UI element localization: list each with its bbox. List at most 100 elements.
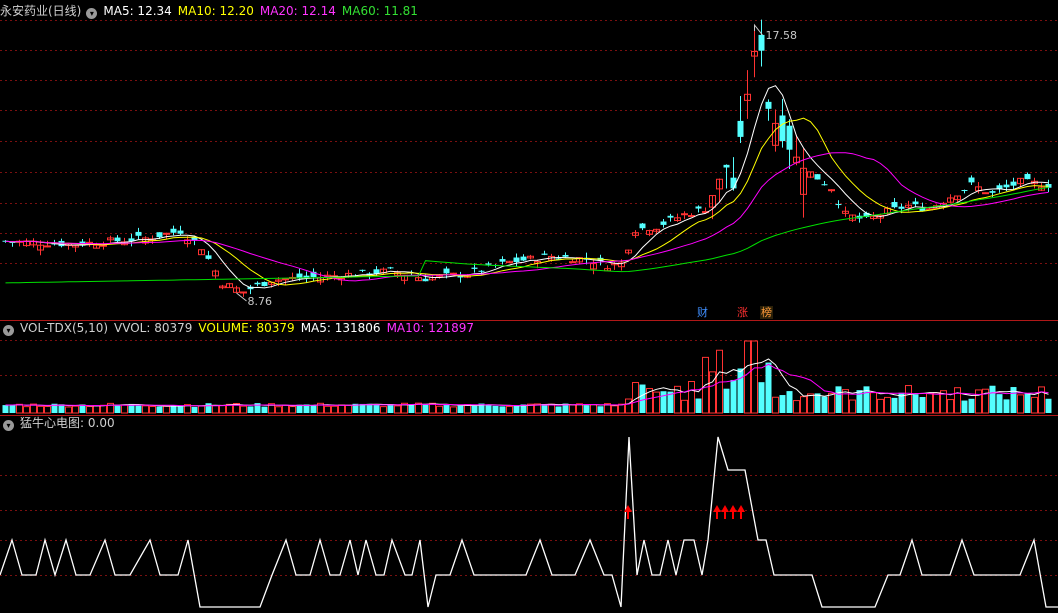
- volume-bar: [310, 405, 317, 413]
- candle-body: [891, 202, 898, 208]
- volume-bar: [1045, 398, 1052, 413]
- candle-body: [786, 125, 793, 150]
- candle-body: [912, 201, 919, 205]
- volume-bar: [751, 340, 758, 414]
- volume-bar: [513, 405, 520, 413]
- volume-bar: [457, 405, 464, 413]
- volume-bar: [912, 394, 919, 413]
- volume-bar: [177, 405, 184, 413]
- volume-bar: [485, 404, 492, 413]
- volume-bar: [653, 391, 660, 414]
- volume-bar: [961, 400, 968, 413]
- volume-bar: [1038, 386, 1045, 414]
- vol-ma10-value: MA10: 121897: [386, 321, 475, 335]
- volume-bar: [660, 391, 667, 413]
- candle-body: [450, 272, 457, 275]
- volume-bar: [926, 392, 933, 414]
- volume-chart-header: ▾ VOL-TDX(5,10) VVOL: 80379 VOLUME: 80379 MA…: [0, 320, 480, 336]
- volume-bar: [954, 387, 961, 414]
- volume-bar: [121, 404, 128, 414]
- volume-bar: [779, 395, 786, 413]
- volume-bar: [387, 404, 394, 413]
- candle-body: [779, 115, 786, 142]
- volume-value: VOLUME: 80379: [198, 321, 295, 335]
- candle-body: [1010, 181, 1017, 186]
- candle-body: [688, 215, 695, 218]
- volume-bar: [758, 382, 765, 413]
- candle-body: [961, 190, 968, 192]
- volume-bar: [408, 404, 415, 413]
- vvol-value: VVOL: 80379: [114, 321, 193, 335]
- volume-bar: [583, 405, 590, 413]
- volume-bar: [688, 381, 695, 414]
- heartbeat-indicator-chart: [0, 436, 1058, 608]
- volume-bar: [569, 404, 576, 414]
- volume-bar: [765, 362, 772, 413]
- stock-chart[interactable]: 17.58 8.76: [0, 0, 1058, 613]
- tag-limit-up[interactable]: 涨: [736, 306, 749, 319]
- volume-bar: [205, 403, 212, 413]
- high-price-label: 17.58: [766, 29, 798, 42]
- volume-bar: [450, 406, 457, 414]
- volume-bar: [737, 368, 744, 413]
- volume-bar: [870, 392, 877, 414]
- volume-bar: [919, 397, 926, 413]
- volume-bar: [996, 394, 1003, 413]
- candle-body: [443, 268, 450, 274]
- volume-bar: [275, 406, 282, 414]
- settings-dropdown-icon[interactable]: ▾: [86, 8, 98, 19]
- volume-bar: [877, 398, 884, 414]
- volume-bar: [975, 389, 982, 414]
- candle-body: [282, 278, 289, 281]
- signal-arrow: [721, 505, 729, 512]
- volume-bar: [240, 405, 247, 414]
- stock-name: 永安药业(日线): [0, 4, 82, 18]
- candle-body: [828, 189, 835, 192]
- volume-bar: [681, 399, 688, 414]
- volume-bar: [800, 396, 807, 414]
- volume-bar: [443, 403, 450, 413]
- volume-bar: [373, 404, 380, 413]
- volume-bar: [891, 397, 898, 413]
- volume-bar: [744, 340, 751, 414]
- volume-bar: [422, 404, 429, 413]
- candle-body: [254, 282, 261, 285]
- volume-bar: [506, 405, 513, 414]
- volume-dropdown-icon[interactable]: ▾: [3, 325, 14, 336]
- volume-bar: [100, 404, 107, 414]
- candle-body: [163, 232, 170, 235]
- volume-bar: [212, 405, 219, 414]
- volume-bar: [114, 404, 121, 413]
- volume-bar: [576, 403, 583, 414]
- volume-bar: [639, 384, 646, 413]
- volume-bar: [65, 406, 72, 414]
- volume-bar: [695, 398, 702, 413]
- volume-bar: [905, 385, 912, 414]
- candle-body: [387, 267, 394, 269]
- candle-body: [821, 184, 828, 186]
- volume-bar: [807, 393, 814, 414]
- volume-bar: [492, 405, 499, 413]
- candle-body: [513, 257, 520, 263]
- tag-ranking[interactable]: 榜: [760, 306, 773, 319]
- candle-body: [681, 213, 688, 216]
- candlestick-chart: [2, 19, 1052, 297]
- volume-bar: [380, 406, 387, 414]
- volume-bar: [786, 391, 793, 413]
- candle-body: [100, 244, 107, 247]
- vol-ma5-value: MA5: 131806: [300, 321, 381, 335]
- tag-finance[interactable]: 财: [696, 306, 709, 319]
- volume-bar: [1017, 394, 1024, 414]
- candle-body: [114, 237, 121, 242]
- volume-bar: [338, 404, 345, 414]
- volume-bar: [37, 405, 44, 414]
- volume-bar: [219, 404, 226, 414]
- candle-body: [499, 259, 506, 262]
- volume-bar: [772, 396, 779, 414]
- signal-arrow: [737, 505, 745, 512]
- volume-bar: [331, 405, 338, 414]
- volume-bar: [597, 406, 604, 413]
- indicator-dropdown-icon[interactable]: ▾: [3, 420, 14, 431]
- volume-bar: [345, 404, 352, 414]
- volume-bar: [72, 405, 79, 414]
